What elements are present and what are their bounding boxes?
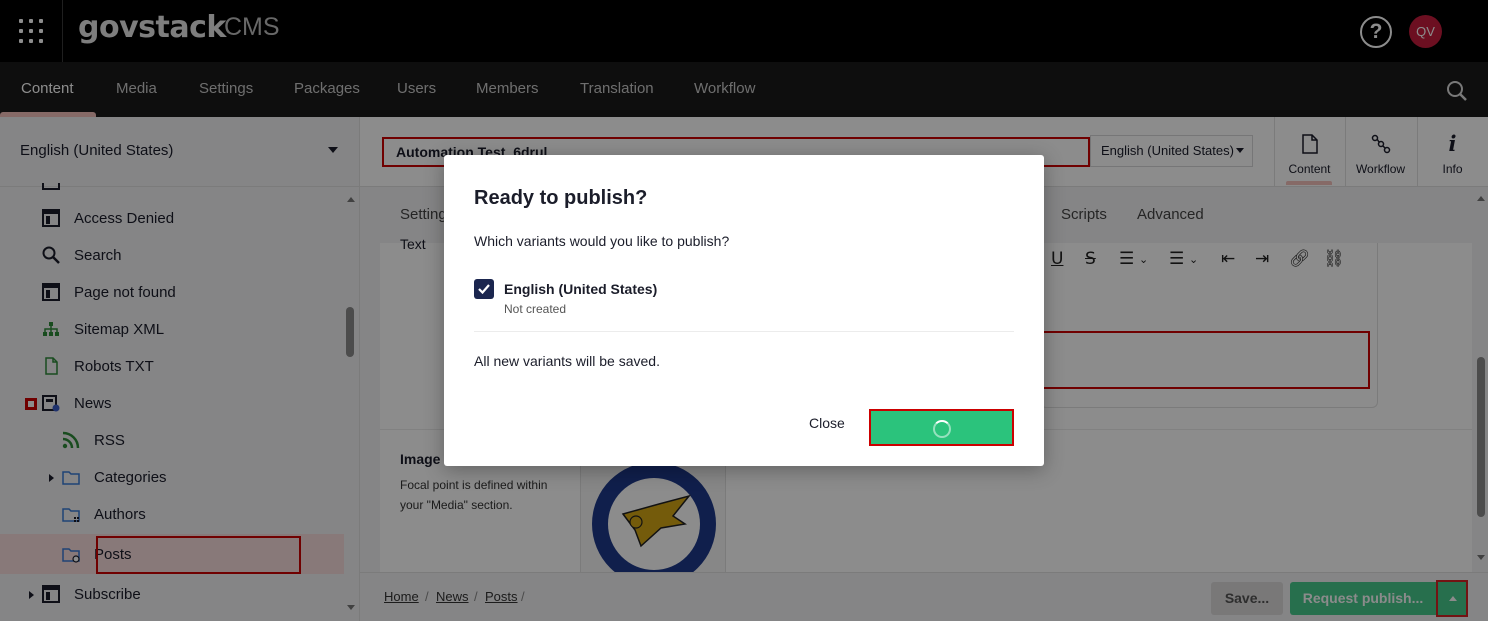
loading-spinner-icon: [933, 420, 951, 438]
variant-checkbox[interactable]: [474, 279, 494, 299]
close-button[interactable]: Close: [809, 415, 845, 431]
variant-status: Not created: [504, 302, 567, 316]
publish-button[interactable]: [869, 409, 1014, 446]
dialog-note: All new variants will be saved.: [474, 353, 660, 369]
dialog-title: Ready to publish?: [474, 187, 648, 209]
publish-dialog: Ready to publish? Which variants would y…: [444, 155, 1044, 466]
dialog-question: Which variants would you like to publish…: [474, 233, 730, 249]
divider: [474, 331, 1014, 332]
checkmark-icon: [478, 284, 490, 295]
variant-name[interactable]: English (United States): [504, 281, 657, 297]
